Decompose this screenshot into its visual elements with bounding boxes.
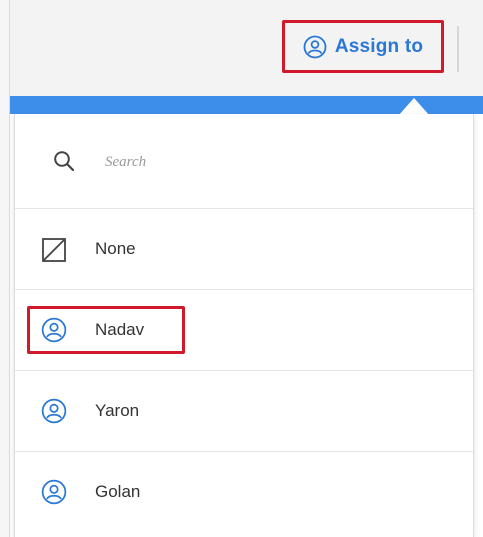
search-icon	[54, 151, 75, 172]
option-nadav[interactable]: Nadav	[15, 290, 473, 370]
user-icon	[41, 479, 67, 505]
search-row	[15, 114, 473, 208]
user-icon	[41, 398, 67, 424]
option-label: Golan	[95, 482, 141, 501]
assign-to-label: Assign to	[334, 35, 424, 57]
search-input[interactable]	[105, 148, 405, 176]
option-none[interactable]: None	[15, 209, 473, 289]
option-golan[interactable]: Golan	[15, 452, 473, 532]
option-label: Yaron	[95, 401, 140, 420]
toolbar-separator	[457, 26, 459, 72]
assign-to-button[interactable]: Assign to	[282, 20, 444, 73]
option-label: None	[95, 239, 136, 258]
user-circle-icon	[303, 35, 327, 58]
option-yaron[interactable]: Yaron	[15, 371, 473, 451]
assign-dropdown: None Nadav Yaron Golan	[14, 114, 474, 537]
user-icon	[41, 317, 67, 343]
none-icon	[42, 238, 66, 262]
background-panel-edge	[0, 0, 10, 537]
option-label: Nadav	[95, 320, 145, 339]
